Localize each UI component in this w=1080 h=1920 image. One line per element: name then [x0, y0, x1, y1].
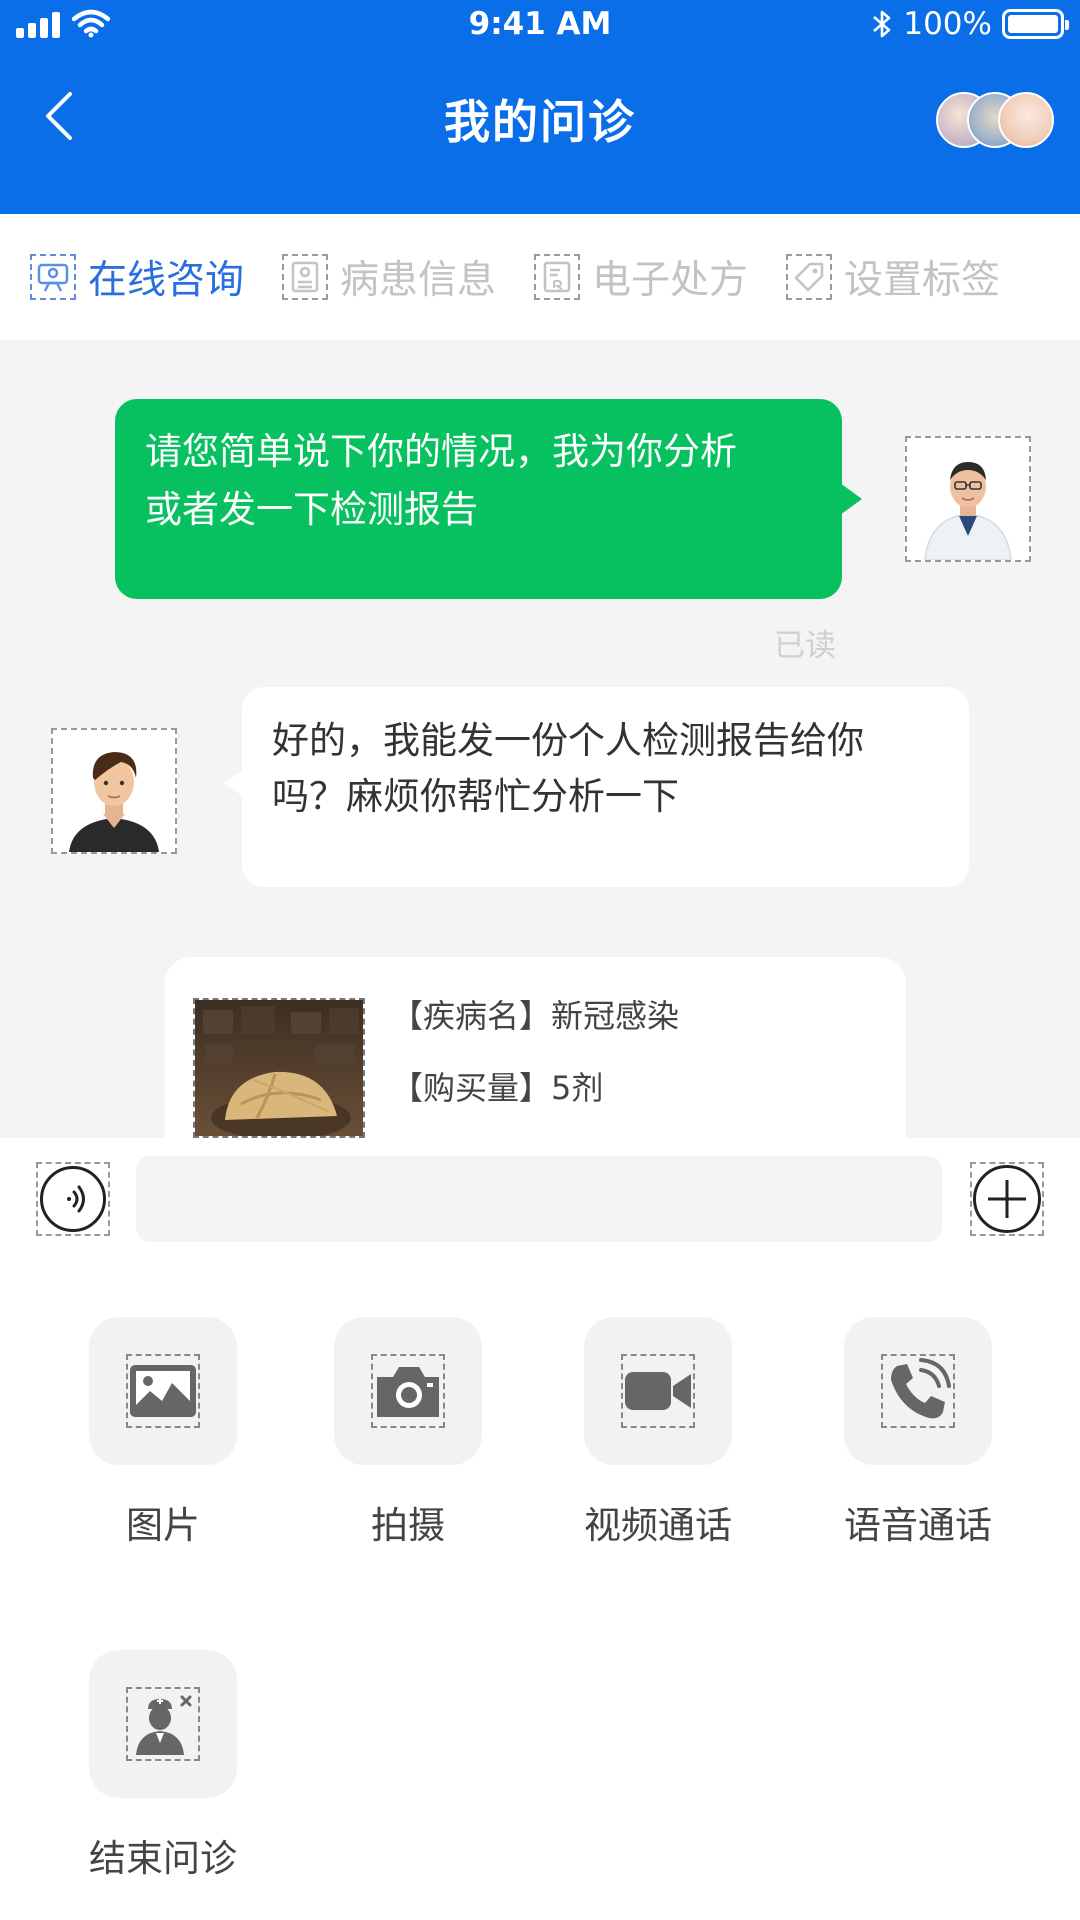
image-icon — [126, 1354, 200, 1428]
avatar — [998, 92, 1054, 148]
function-label: 图片 — [126, 1504, 200, 1547]
message-line: 请您简单说下你的情况，我为你分析 — [145, 430, 737, 473]
prescription-icon — [534, 254, 581, 300]
input-bar — [0, 1138, 1080, 1260]
bluetooth-icon — [873, 10, 891, 38]
consult-icon — [30, 254, 76, 300]
quantity-row: 【购买量】5剂 — [391, 1063, 603, 1109]
patient-avatar[interactable] — [51, 728, 177, 854]
participants-avatars[interactable] — [936, 92, 1054, 148]
tab-patient-info[interactable]: 病患信息 — [282, 249, 496, 305]
tab-label: 病患信息 — [340, 258, 497, 303]
function-label: 拍摄 — [371, 1504, 445, 1547]
tab-set-tags[interactable]: 设置标签 — [786, 249, 1000, 305]
end-consult-icon — [126, 1687, 200, 1761]
chat-area[interactable]: 请您简单说下你的情况，我为你分析 或者发一下检测报告 已读 好的，我能发一份个人… — [0, 340, 1080, 1138]
function-voice-call[interactable]: 语音通话 — [818, 1317, 1018, 1549]
quantity-label: 【购买量】 — [391, 1069, 552, 1107]
patient-message-bubble[interactable]: 好的，我能发一份个人检测报告给你 吗？麻烦你帮忙分析一下 — [224, 687, 969, 887]
function-label: 结束问诊 — [89, 1837, 237, 1880]
read-status: 已读 — [774, 628, 836, 664]
message-line: 好的，我能发一份个人检测报告给你 — [272, 719, 864, 762]
medicine-image — [193, 998, 365, 1138]
doctor-message-bubble[interactable]: 请您简单说下你的情况，我为你分析 或者发一下检测报告 — [115, 399, 862, 599]
video-call-icon — [621, 1354, 695, 1428]
tab-bar: 在线咨询 病患信息 电子处方 设置标签 — [0, 214, 1080, 340]
function-tile — [89, 1650, 237, 1798]
function-image[interactable]: 图片 — [63, 1317, 263, 1549]
function-label: 语音通话 — [844, 1504, 992, 1547]
function-end-consult[interactable]: 结束问诊 — [63, 1650, 263, 1882]
camera-icon — [371, 1354, 445, 1428]
disease-row: 【疾病名】新冠感染 — [391, 991, 679, 1037]
disease-label: 【疾病名】 — [391, 997, 552, 1035]
function-video-call[interactable]: 视频通话 — [558, 1317, 758, 1549]
voice-icon — [40, 1166, 106, 1232]
page-title: 我的问诊 — [444, 95, 636, 149]
tab-label: 电子处方 — [592, 258, 749, 303]
doctor-avatar[interactable] — [905, 436, 1031, 562]
quantity-value: 5剂 — [551, 1069, 604, 1107]
voice-input-button[interactable] — [36, 1162, 110, 1236]
battery-percent: 100% — [903, 6, 992, 42]
function-tile — [584, 1317, 732, 1465]
disease-value: 新冠感染 — [551, 997, 680, 1035]
tab-label: 设置标签 — [844, 258, 1001, 303]
voice-call-icon — [881, 1354, 955, 1428]
function-tile — [334, 1317, 482, 1465]
function-camera[interactable]: 拍摄 — [308, 1317, 508, 1549]
tab-online-consult[interactable]: 在线咨询 — [30, 249, 244, 305]
message-line: 吗？麻烦你帮忙分析一下 — [272, 775, 679, 818]
message-line: 或者发一下检测报告 — [145, 488, 478, 531]
tab-e-prescription[interactable]: 电子处方 — [534, 249, 748, 305]
function-tile — [844, 1317, 992, 1465]
more-options-button[interactable] — [970, 1162, 1044, 1236]
message-input[interactable] — [136, 1156, 942, 1242]
function-panel: 图片 拍摄 视频通话 语音通话 结束问诊 — [0, 1260, 1080, 1920]
plus-icon — [973, 1165, 1041, 1233]
function-label: 视频通话 — [584, 1504, 732, 1547]
battery-icon — [1002, 9, 1069, 39]
header: 9:41 AM 100% 我的问诊 — [0, 0, 1080, 214]
prescription-card[interactable]: 【疾病名】新冠感染 【购买量】5剂 — [165, 957, 906, 1138]
tag-icon — [786, 254, 833, 300]
function-tile — [89, 1317, 237, 1465]
tab-label: 在线咨询 — [88, 258, 245, 303]
status-bar: 9:41 AM 100% — [0, 0, 1080, 52]
patient-info-icon — [282, 254, 329, 300]
